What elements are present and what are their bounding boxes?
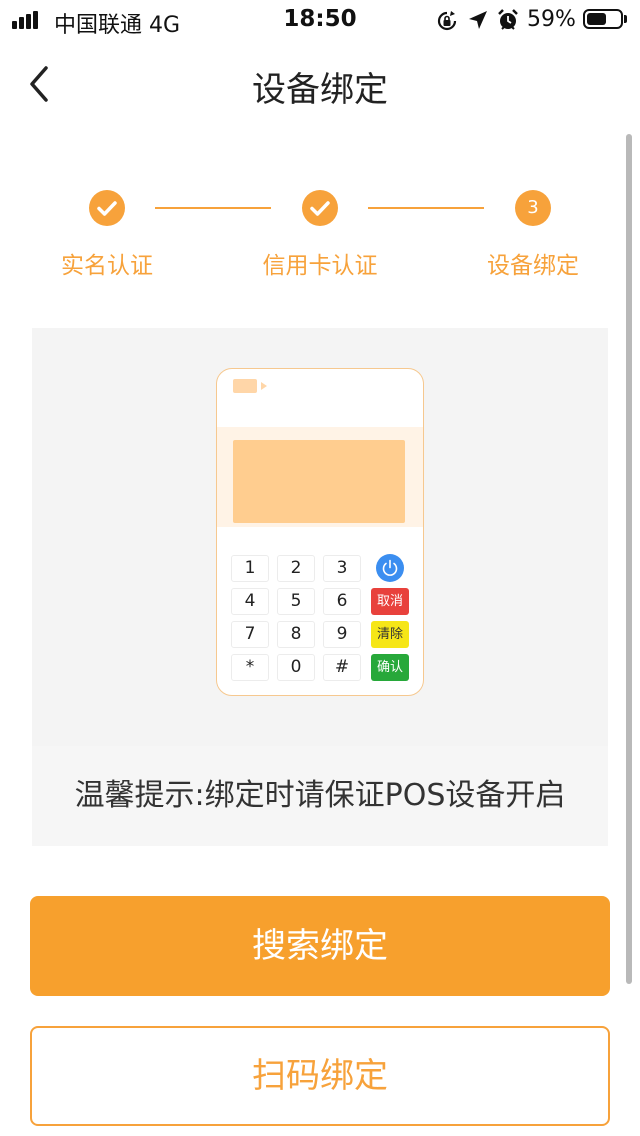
scan-bind-button[interactable]: 扫码绑定 [30,1026,610,1126]
step-3-current: 3 [515,190,551,226]
pos-screen [233,440,405,523]
pos-key: 8 [277,621,315,648]
step-label: 设备绑定 [487,253,579,279]
pos-key: 7 [231,621,269,648]
page-title: 设备绑定 [252,70,388,110]
pos-key: 6 [323,588,361,615]
pos-confirm-key: 确认 [371,654,409,681]
pos-key: 9 [323,621,361,648]
pos-key: 0 [277,654,315,681]
power-icon [382,559,398,576]
pos-key: 3 [323,555,361,582]
location-arrow-icon [469,11,487,29]
step-number: 3 [527,197,539,218]
pos-key: * [231,654,269,681]
pos-illustration-panel: 1 2 3 4 5 6 7 8 9 * 0 # 取消 清除 确认 [32,328,608,746]
search-bind-button[interactable]: 搜索绑定 [30,896,610,996]
step-label: 信用卡认证 [262,253,378,279]
step-2-done [302,190,338,226]
rotation-lock-icon [437,11,457,31]
check-icon [97,201,117,216]
pos-terminal-illustration: 1 2 3 4 5 6 7 8 9 * 0 # 取消 清除 确认 [216,368,424,696]
step-label: 实名认证 [61,253,153,279]
alarm-icon [498,9,518,30]
step-connector [368,207,484,209]
card-icon [233,379,257,393]
power-key [376,554,404,582]
check-icon [310,201,330,216]
nav-bar: 设备绑定 [0,40,640,128]
status-bar: 中国联通 4G 18:50 59% [0,0,640,40]
pos-key: 5 [277,588,315,615]
pos-key: 4 [231,588,269,615]
pos-key: 2 [277,555,315,582]
step-1-done [89,190,125,226]
pos-key: 1 [231,555,269,582]
battery-percent: 59% [527,7,576,32]
tip-text: 温馨提示:绑定时请保证POS设备开启 [74,778,566,813]
battery-icon [583,9,623,29]
tip-banner: 温馨提示:绑定时请保证POS设备开启 [32,746,608,846]
step-connector [155,207,271,209]
pos-clear-key: 清除 [371,621,409,648]
pos-key: # [323,654,361,681]
pos-cancel-key: 取消 [371,588,409,615]
